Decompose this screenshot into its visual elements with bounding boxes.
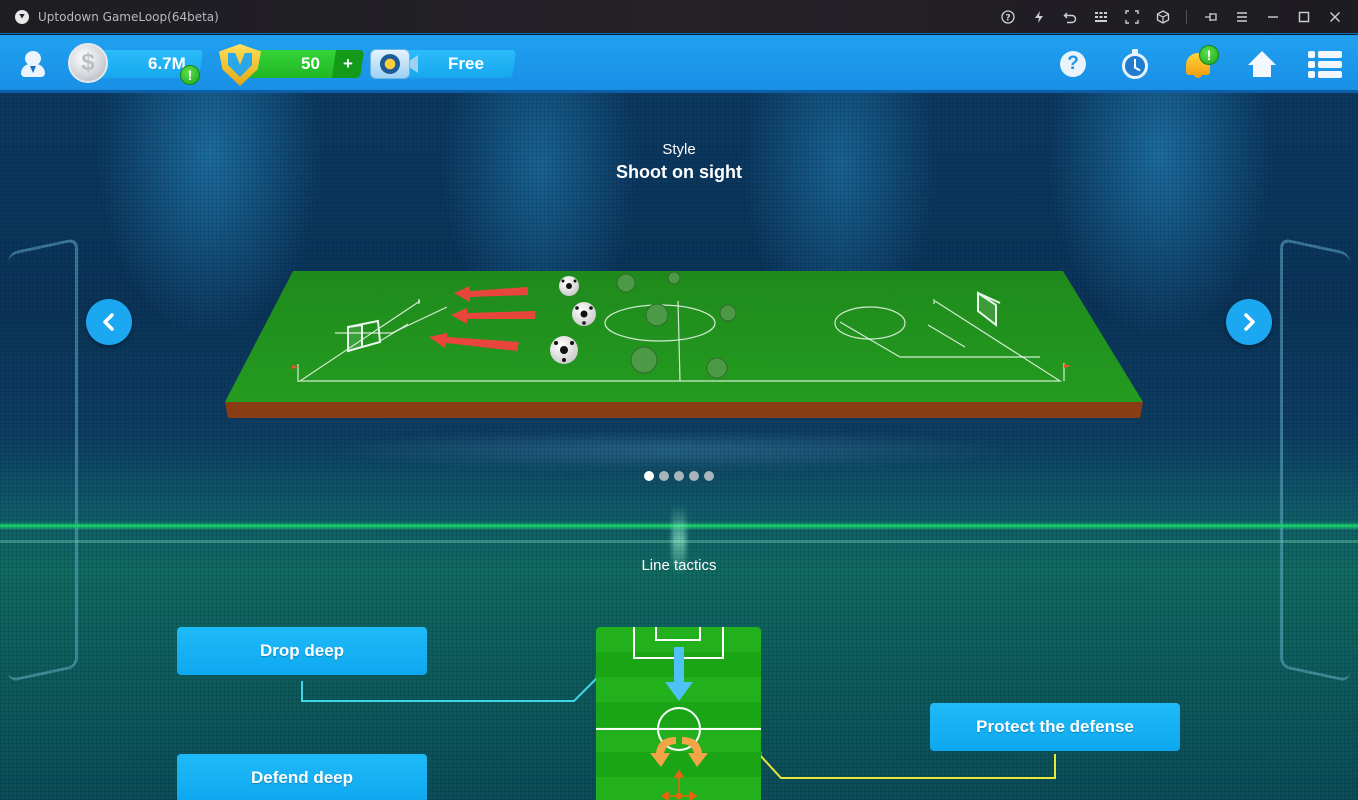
drop-deep-connector [301, 675, 600, 702]
drop-deep-option[interactable]: Drop deep [177, 627, 427, 675]
goal-right [977, 291, 1001, 328]
list-menu-icon [1308, 51, 1342, 58]
chevron-left-icon [103, 313, 114, 331]
help-icon[interactable]: ? [995, 4, 1021, 30]
line-tactics-label: Line tactics [641, 557, 717, 574]
add-gems-button[interactable]: + [332, 50, 364, 78]
spread-arrows [650, 737, 708, 767]
arrow-mark [454, 286, 528, 302]
video-camera-icon [370, 49, 418, 79]
carousel-dot-5[interactable] [704, 471, 714, 481]
gameloop-logo-icon [15, 9, 29, 24]
carousel-dot-2[interactable] [659, 471, 669, 481]
style-value: Shoot on sight [616, 162, 742, 182]
top-hud: 6.7M $ ! 50 + Free ? ! [0, 35, 1358, 93]
previous-style-button[interactable] [86, 299, 132, 345]
hamburger-icon[interactable] [1229, 4, 1255, 30]
line-tactics-diagram [596, 627, 761, 800]
defend-deep-option[interactable]: Defend deep [177, 754, 427, 800]
faded-balls [616, 271, 737, 379]
carousel-dot-3[interactable] [674, 471, 684, 481]
home-button[interactable] [1247, 49, 1277, 79]
coin-icon: $ [68, 43, 108, 83]
stopwatch-button[interactable] [1120, 49, 1150, 79]
pitch-surface [225, 271, 1143, 402]
style-label: Style [662, 141, 696, 158]
background-crowd [320, 430, 1020, 470]
undo-icon[interactable] [1057, 4, 1083, 30]
move-cross-icon [660, 769, 698, 800]
window-controls: ? [990, 0, 1348, 34]
ball [719, 304, 737, 322]
ball [706, 357, 728, 379]
fullscreen-icon[interactable] [1119, 4, 1145, 30]
chevron-right-icon [1244, 313, 1255, 331]
divider [1186, 10, 1187, 24]
ball [572, 302, 596, 326]
ball [667, 271, 681, 285]
boost-icon[interactable] [1026, 4, 1052, 30]
pin-icon[interactable] [1198, 4, 1224, 30]
pitch-lines [298, 300, 1063, 382]
minimize-icon[interactable] [1260, 4, 1286, 30]
gems-value: 50 [300, 54, 320, 73]
ball [559, 276, 579, 296]
carousel-pagination [0, 471, 1358, 481]
ball [616, 273, 636, 293]
protect-defense-connector [757, 752, 1056, 779]
stadium-stand-right [1280, 237, 1350, 683]
question-icon: ? [1060, 51, 1086, 77]
next-style-button[interactable] [1226, 299, 1272, 345]
stadium-stand-left [8, 237, 78, 683]
window-title: Uptodown GameLoop(64beta) [38, 9, 219, 24]
gem-shield-icon [219, 44, 261, 86]
active-balls [550, 276, 596, 364]
coins-alert-badge[interactable]: ! [180, 65, 200, 85]
window-titlebar: Uptodown GameLoop(64beta) ? [0, 0, 1358, 34]
gamepad-icon[interactable] [1150, 4, 1176, 30]
carousel-dot-4[interactable] [689, 471, 699, 481]
keymap-icon[interactable] [1088, 4, 1114, 30]
attack-arrows [429, 286, 535, 351]
menu-button[interactable] [1308, 49, 1342, 79]
video-reward-label: Free [448, 54, 484, 73]
ball [630, 346, 658, 374]
help-button[interactable]: ? [1058, 49, 1088, 79]
arrow-mark [451, 308, 535, 324]
pitch-edge [225, 402, 1143, 418]
notifications-alert-badge: ! [1199, 45, 1219, 65]
protect-the-defense-option[interactable]: Protect the defense [930, 703, 1180, 751]
arrow-mark [429, 333, 519, 351]
close-icon[interactable] [1322, 4, 1348, 30]
ball [550, 336, 578, 364]
svg-text:?: ? [1005, 14, 1010, 24]
maximize-icon[interactable] [1291, 4, 1317, 30]
home-icon [1248, 51, 1276, 65]
drop-back-arrow [665, 647, 693, 701]
profile-button[interactable] [18, 49, 48, 79]
corner-flags [292, 299, 1071, 382]
game-screen: 6.7M $ ! 50 + Free ? ! Style Shoot on si… [0, 35, 1358, 800]
ball [645, 303, 669, 327]
goal-left [347, 319, 382, 353]
carousel-dot-1[interactable] [644, 471, 654, 481]
